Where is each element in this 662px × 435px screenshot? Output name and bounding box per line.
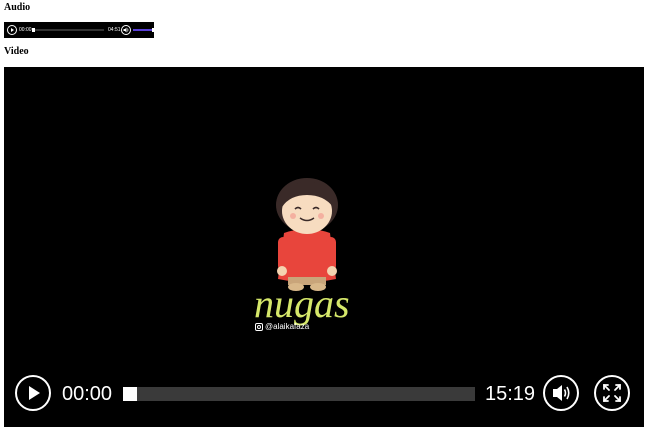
audio-play-button[interactable] <box>7 25 17 35</box>
logo-text: nugas <box>254 281 350 326</box>
audio-volume-thumb[interactable] <box>152 28 155 32</box>
video-fullscreen-button[interactable] <box>594 375 630 411</box>
video-controls: 00:00 15:19 <box>4 372 644 427</box>
volume-icon <box>123 27 129 33</box>
video-heading: Video <box>4 46 29 57</box>
audio-volume-bar[interactable] <box>133 29 153 31</box>
video-seek-thumb[interactable] <box>123 387 137 401</box>
play-icon <box>11 28 14 32</box>
audio-duration: 04:51 <box>108 27 121 33</box>
video-current-time: 00:00 <box>62 383 113 405</box>
social-handle-text: @alaikafaza <box>265 322 310 331</box>
play-icon <box>29 386 40 400</box>
video-duration: 15:19 <box>485 383 536 405</box>
audio-seek-bar[interactable] <box>32 28 104 32</box>
video-player[interactable]: nugas @alaikafaza 00:00 15:19 <box>4 67 644 427</box>
social-handle: @alaikafaza <box>255 322 309 331</box>
audio-player: 00:00 04:51 <box>4 22 155 38</box>
audio-mute-button[interactable] <box>121 25 131 35</box>
video-seek-bar[interactable] <box>123 387 475 401</box>
nugas-logo-artwork: nugas <box>254 178 350 326</box>
video-play-button[interactable] <box>15 375 51 411</box>
audio-current-time: 00:00 <box>19 27 32 33</box>
video-mute-button[interactable] <box>543 375 579 411</box>
instagram-icon <box>255 322 263 331</box>
volume-icon <box>553 385 570 401</box>
fullscreen-icon <box>603 384 621 402</box>
audio-seek-thumb[interactable] <box>32 28 35 32</box>
audio-heading: Audio <box>4 2 31 13</box>
